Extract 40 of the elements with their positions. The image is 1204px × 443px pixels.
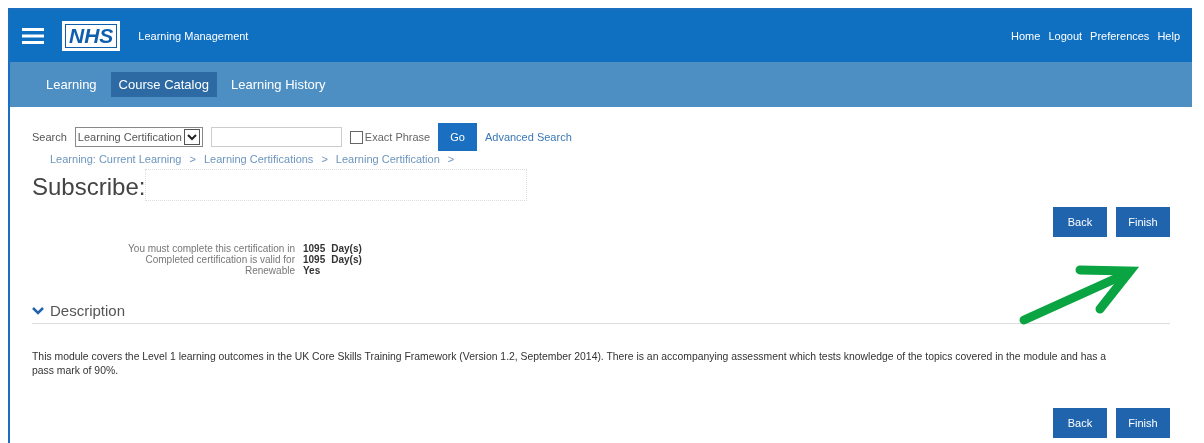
- header-link[interactable]: Home: [1011, 30, 1041, 42]
- search-label: Search: [32, 131, 67, 143]
- action-button[interactable]: Finish: [1116, 408, 1170, 438]
- section-title: Description: [50, 302, 126, 319]
- app-title: Learning Management: [138, 30, 249, 42]
- search-field[interactable]: [210, 127, 342, 147]
- breadcrumb-link[interactable]: Learning Certifications: [203, 153, 314, 165]
- action-button[interactable]: Back: [1053, 408, 1107, 438]
- dropdown-caret-icon[interactable]: [183, 129, 200, 145]
- description-text: This module covers the Level 1 learning outcomes in the UK Core Skills Training Framework (Version 1.2, September 2014). There is an accompanying assessment which tests knowledge of the topics covered in the module and has a pass mark of 90%.: [32, 350, 1108, 378]
- search-scope-dropdown[interactable]: Learning Certification: [74, 127, 203, 147]
- breadcrumb-separator: >: [189, 153, 196, 165]
- nav-tab[interactable]: Course Catalog: [110, 72, 217, 97]
- detail-value: 1095: [303, 243, 326, 254]
- go-button[interactable]: Go: [438, 123, 477, 151]
- detail-label: Completed certification is valid for: [144, 254, 295, 265]
- menu-icon[interactable]: [22, 27, 44, 45]
- advanced-search-link[interactable]: Advanced Search: [484, 131, 572, 143]
- detail-unit: Day(s): [331, 243, 362, 254]
- nav-tab[interactable]: Learning History: [222, 72, 334, 97]
- breadcrumb-link[interactable]: Learning: Current Learning: [50, 153, 182, 165]
- breadcrumb-separator: >: [447, 153, 455, 165]
- header-link[interactable]: Help: [1157, 30, 1180, 42]
- action-button[interactable]: Finish: [1116, 207, 1170, 237]
- detail-value: 1095: [303, 254, 326, 265]
- page-title: Subscribe:: [32, 173, 146, 201]
- checkbox-label: Exact Phrase: [364, 131, 431, 143]
- logo: NHS: [62, 21, 121, 51]
- nav-tab[interactable]: Learning: [38, 72, 105, 97]
- detail-unit: Day(s): [331, 254, 362, 265]
- action-button[interactable]: Back: [1053, 207, 1107, 237]
- header-link[interactable]: Logout: [1048, 30, 1083, 42]
- breadcrumb-link[interactable]: Learning Certification: [335, 153, 440, 165]
- detail-label: You must complete this certification in: [127, 243, 295, 254]
- exact-phrase-checkbox[interactable]: [349, 130, 363, 144]
- chevron-icon[interactable]: [32, 305, 44, 316]
- breadcrumb-separator: >: [321, 153, 328, 165]
- header-link[interactable]: Preferences: [1090, 30, 1150, 42]
- detail-value: Yes: [303, 265, 321, 276]
- detail-label: Renewable: [243, 265, 295, 276]
